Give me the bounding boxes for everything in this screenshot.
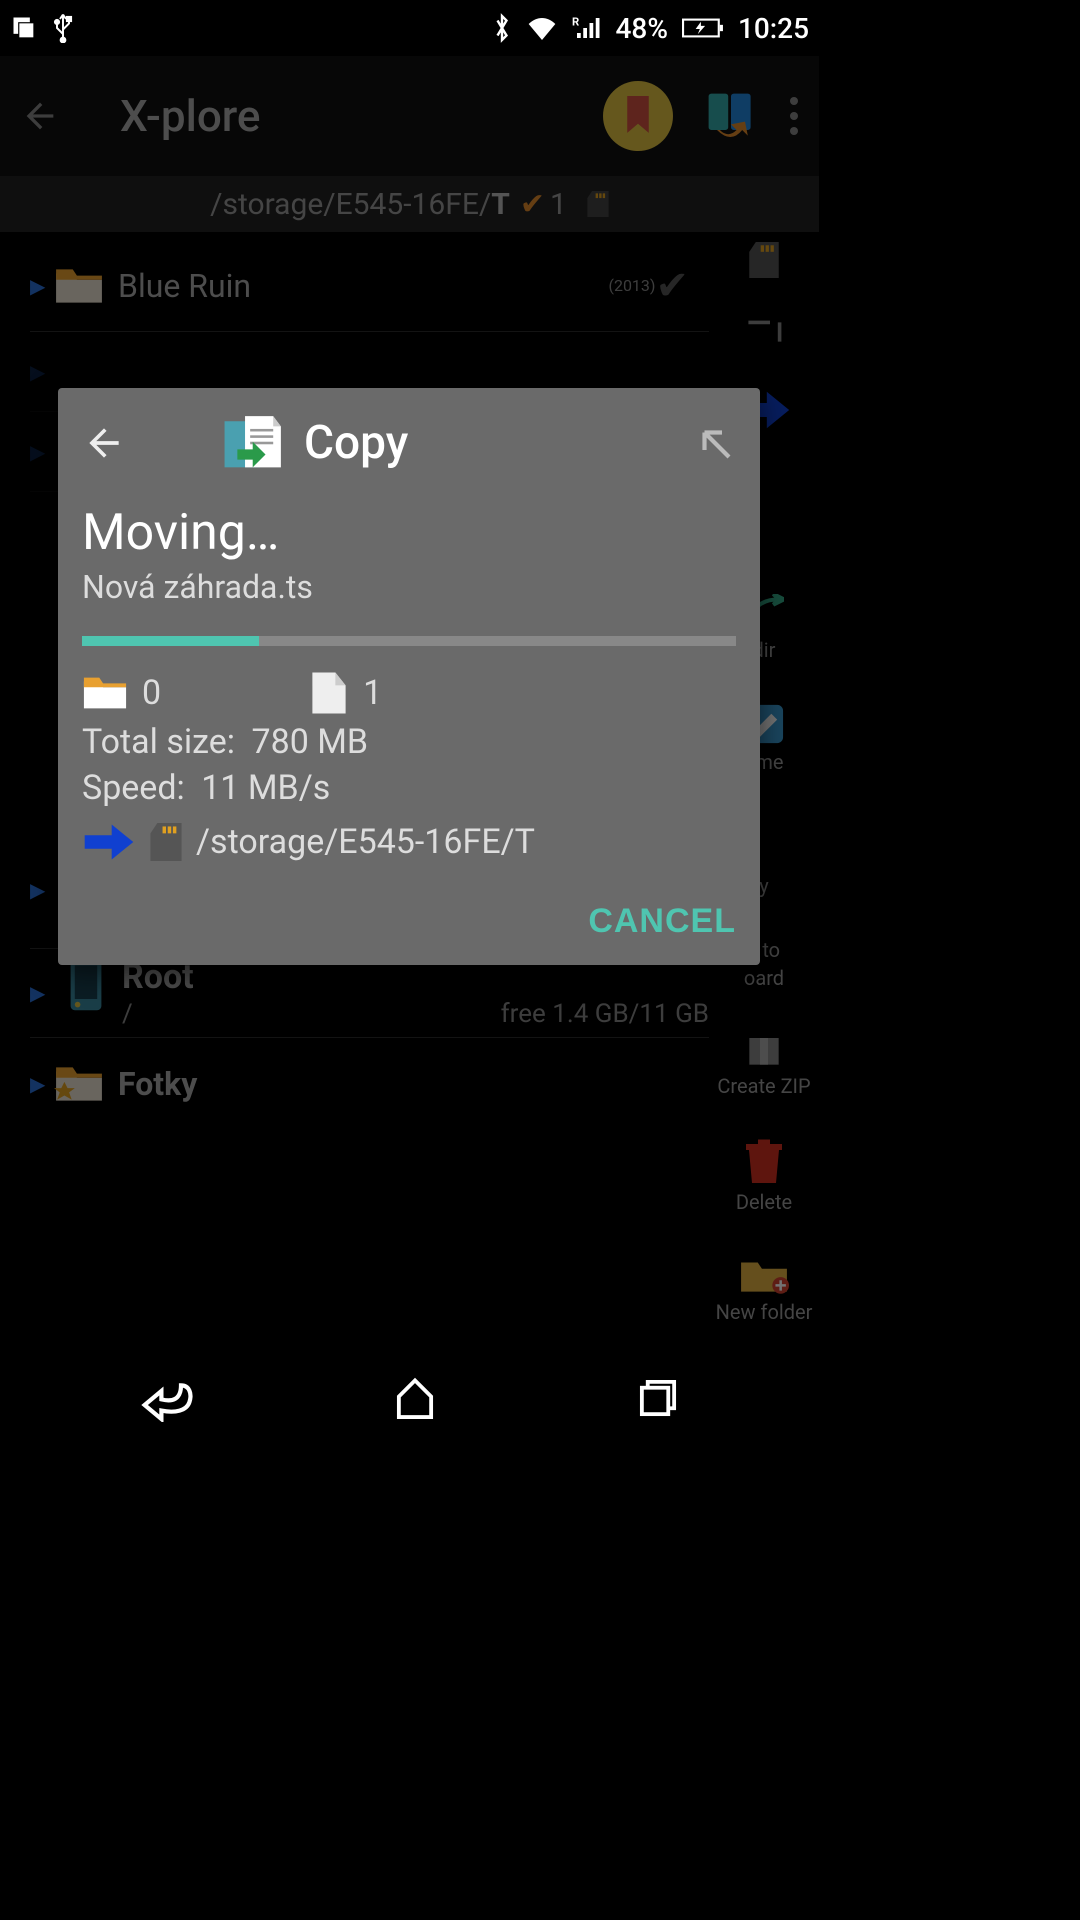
nav-recent-icon[interactable] xyxy=(636,1376,680,1420)
right-arrow-icon xyxy=(82,820,136,864)
dialog-title: Copy xyxy=(304,416,408,470)
copy-file-icon xyxy=(222,413,286,473)
svg-text:R: R xyxy=(572,16,579,29)
nav-home-icon[interactable] xyxy=(393,1376,437,1420)
cancel-button[interactable]: CANCEL xyxy=(588,902,736,941)
signal-icon: R xyxy=(572,15,602,41)
dialog-status: Moving… xyxy=(82,504,736,562)
progress-bar xyxy=(82,636,736,646)
battery-charging-icon xyxy=(682,16,724,40)
usb-icon xyxy=(52,13,74,43)
dest-path: /storage/E545-16FE/T xyxy=(196,822,535,862)
dialog-filename: Nová záhrada.ts xyxy=(82,568,736,606)
folder-count: 0 xyxy=(142,673,161,713)
wifi-icon xyxy=(526,15,558,41)
progress-fill xyxy=(82,636,259,646)
recent-apps-icon xyxy=(10,14,38,42)
speed-label: Speed: xyxy=(82,768,185,808)
total-size-label: Total size: xyxy=(82,722,235,762)
total-size-value: 780 MB xyxy=(251,722,368,762)
file-icon xyxy=(309,670,349,716)
file-count: 1 xyxy=(363,673,382,713)
speed-value: 11 MB/s xyxy=(201,768,330,808)
dialog-back-icon[interactable] xyxy=(82,421,126,465)
nav-back-icon[interactable] xyxy=(139,1374,195,1422)
copy-dialog: Copy Moving… Nová záhrada.ts 0 1 Total s… xyxy=(58,388,760,965)
clock: 10:25 xyxy=(738,12,809,45)
status-bar: R 48% 10:25 xyxy=(0,0,819,56)
bluetooth-icon xyxy=(492,13,512,43)
folder-icon xyxy=(82,675,128,711)
nav-bar xyxy=(0,1340,819,1456)
sd-card-icon xyxy=(150,823,182,861)
dialog-collapse-icon[interactable] xyxy=(694,422,736,464)
battery-percent: 48% xyxy=(616,12,668,45)
